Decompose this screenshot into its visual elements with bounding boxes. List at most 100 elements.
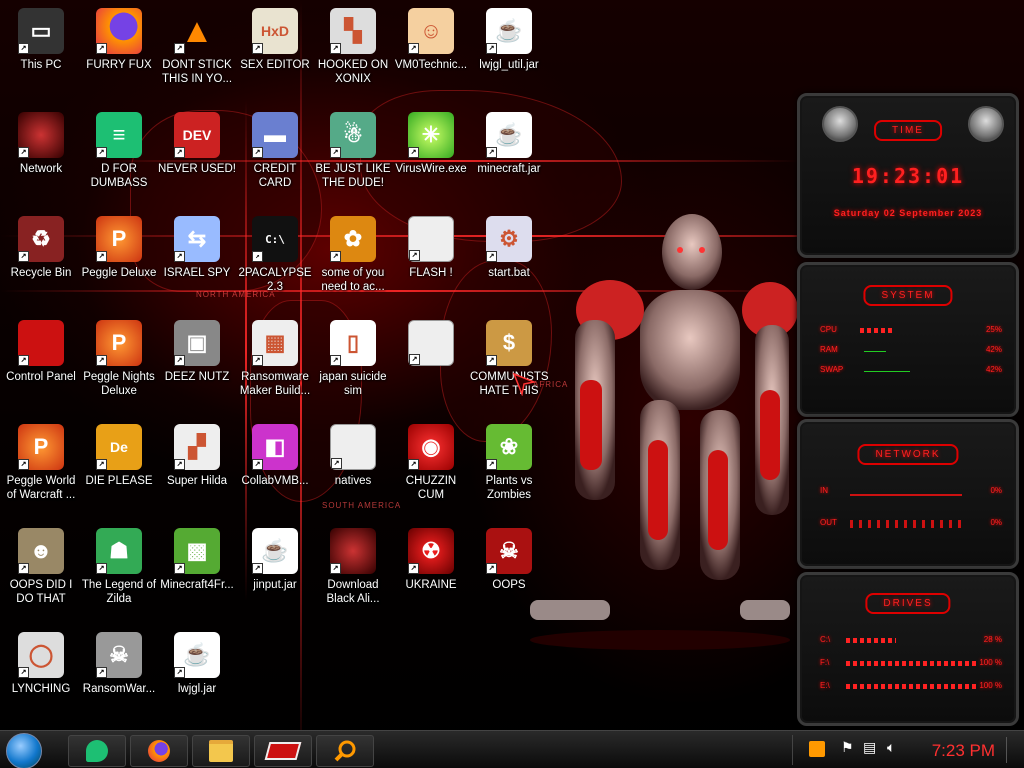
desktop-icon[interactable]: ▣ ↗ DEEZ NUTZ — [158, 314, 236, 414]
desktop-icon[interactable]: ☢ ↗ UKRAINE — [392, 522, 470, 622]
shortcut-arrow-icon: ↗ — [174, 667, 185, 678]
desktop: NORTH AMERICA SOUTH AMERICA AFRICA ▭ ↗ T… — [0, 0, 1024, 768]
taskbar-item-search[interactable] — [316, 735, 374, 767]
desktop-icon[interactable]: ▚ ↗ HOOKED ON XONIX — [314, 2, 392, 102]
desktop-icon[interactable]: ◯ ↗ LYNCHING — [2, 626, 80, 726]
start-button[interactable] — [6, 733, 42, 768]
shortcut-arrow-icon: ↗ — [96, 563, 107, 574]
collabvm-icon: ◧ ↗ — [252, 424, 298, 470]
desktop-icon[interactable]: ☺ ↗ VM0Technic... — [392, 2, 470, 102]
xonix-icon: ▚ ↗ — [330, 8, 376, 54]
drive-row-f: F:\ 100 % — [820, 658, 1002, 670]
shortcut-arrow-icon: ↗ — [486, 147, 497, 158]
desktop-icon[interactable]: $↗ COMMUNISTS HATE THIS G... — [470, 314, 548, 414]
network-widget: NETWORK IN 0% OUT 0% — [797, 419, 1019, 569]
desktop-icon[interactable]: ↗ FURRY FUX — [80, 2, 158, 102]
shortcut-arrow-icon: ↗ — [174, 459, 185, 470]
desktop-icon-label: BE JUST LIKE THE DUDE! — [315, 163, 391, 189]
desktop-icon-label: start.bat — [488, 267, 530, 279]
notification-icon[interactable] — [809, 741, 825, 757]
search-magnifier-icon — [334, 740, 356, 762]
taskbar-clock[interactable]: 7:23 PM — [932, 741, 995, 761]
drive-row-value: 100 % — [979, 681, 1002, 690]
link-icon: ☗ ↗ — [96, 528, 142, 574]
system-tray: ⚑ ▤ 🔈︎ 7:23 PM — [792, 735, 1021, 765]
network-row-in: IN 0% — [820, 486, 1002, 498]
desktop-icon-label: FURRY FUX — [86, 59, 152, 71]
desktop-icon[interactable]: ▩ ↗ Minecraft4Fr... — [158, 522, 236, 622]
network-in-graph — [850, 494, 962, 496]
desktop-icon[interactable]: ☕ ↗ lwjgl_util.jar — [470, 2, 548, 102]
file-icon: ↗ — [408, 320, 454, 366]
desktop-icon[interactable]: ↗ Control Panel — [2, 314, 80, 414]
document-icon: ▯ ↗ — [330, 320, 376, 366]
desktop-icon[interactable]: ↗ natives — [314, 418, 392, 518]
desktop-icon[interactable]: ⇆ ↗ ISRAEL SPY — [158, 210, 236, 310]
skull-ring-icon: ☠ ↗ — [96, 632, 142, 678]
desktop-icon[interactable]: P ↗ Peggle Nights Deluxe — [80, 314, 158, 414]
desktop-icon[interactable]: P ↗ Peggle Deluxe — [80, 210, 158, 310]
desktop-icon[interactable]: ↗ Network — [2, 106, 80, 206]
taskbar-item-firefox[interactable] — [130, 735, 188, 767]
doctor-icon: ☺ ↗ — [408, 8, 454, 54]
desktop-icon[interactable]: ▲ ↗ DONT STICK THIS IN YO... — [158, 2, 236, 102]
desktop-icon[interactable]: ✳ ↗ VirusWire.exe — [392, 106, 470, 206]
shortcut-arrow-icon: ↗ — [330, 43, 341, 54]
desktop-icon[interactable]: C:\ ↗ 2PACALYPSE 2.3 — [236, 210, 314, 310]
desktop-icon[interactable]: ☕ ↗ lwjgl.jar — [158, 626, 236, 726]
desktop-icon[interactable]: ☕ ↗ minecraft.jar — [470, 106, 548, 206]
desktop-icon[interactable]: ▯ ↗ japan suicide sim — [314, 314, 392, 414]
java-icon: ☕ ↗ — [174, 632, 220, 678]
shortcut-arrow-icon: ↗ — [252, 251, 263, 262]
volume-icon[interactable]: 🔈︎ — [887, 739, 895, 756]
desktop-icon[interactable]: ▬↗ CREDIT CARD CHECKER — [236, 106, 314, 206]
desktop-icon[interactable]: ▦ ↗ Ransomware Maker Build... — [236, 314, 314, 414]
show-desktop-button[interactable] — [1006, 737, 1019, 763]
desktop-icon[interactable]: ◉ ↗ CHUZZIN CUM — [392, 418, 470, 518]
desktop-icon[interactable]: ☠ ↗ RansomWar... — [80, 626, 158, 726]
desktop-icon[interactable]: ↗ Download Black Ali... — [314, 522, 392, 622]
desktop-icon[interactable]: ▭ ↗ This PC — [2, 2, 80, 102]
desktop-icon[interactable]: ↗ FLASH ! — [392, 210, 470, 310]
desktop-icon[interactable]: ✿ ↗ some of you need to ac... — [314, 210, 392, 310]
drives-widget-title: DRIVES — [865, 593, 951, 614]
file-explorer-icon — [209, 740, 233, 762]
desktop-icon[interactable]: P ↗ Peggle World of Warcraft ... — [2, 418, 80, 518]
desktop-icon[interactable]: ▞ ↗ Super Hilda — [158, 418, 236, 518]
desktop-icon[interactable]: ☗ ↗ The Legend of Zilda — [80, 522, 158, 622]
grass-block-icon: ▩ ↗ — [174, 528, 220, 574]
folder-icon: ↗ — [330, 424, 376, 470]
desktop-icon[interactable]: ❀ ↗ Plants vs Zombies — [470, 418, 548, 518]
desktop-icon[interactable]: De ↗ DIE PLEASE — [80, 418, 158, 518]
desktop-icon-label: japan suicide sim — [319, 371, 387, 397]
taskbar-item-chat[interactable] — [68, 735, 126, 767]
desktop-icon[interactable]: HxD ↗ SEX EDITOR — [236, 2, 314, 102]
taskbar-item-control-panel[interactable] — [254, 735, 312, 767]
cpu-usage-bar — [860, 328, 892, 333]
desktop-icon[interactable]: ☻ ↗ OOPS DID I DO THAT — [2, 522, 80, 622]
desktop-icon[interactable]: ♻ ↗ Recycle Bin — [2, 210, 80, 310]
network-icon[interactable]: ▤ — [863, 739, 876, 756]
desktop-icon[interactable]: ☃ ↗ BE JUST LIKE THE DUDE! — [314, 106, 392, 206]
time-widget-clock: 19:23:01 — [851, 164, 965, 188]
shortcut-arrow-icon: ↗ — [408, 563, 419, 574]
desktop-icon[interactable]: ⚙ ↗ start.bat — [470, 210, 548, 310]
desktop-icon[interactable]: ≡ ↗ D FOR DUMBASS — [80, 106, 158, 206]
flag-icon[interactable]: ⚑ — [841, 739, 854, 756]
desktop-icon[interactable]: ☠ ↗ OOPS — [470, 522, 548, 622]
chat-bubble-icon: ≡ ↗ — [96, 112, 142, 158]
santa-icon: ☃ ↗ — [330, 112, 376, 158]
desktop-icon[interactable]: DEV ↗ NEVER USED! — [158, 106, 236, 206]
desktop-icon[interactable]: ◧ ↗ CollabVMB... — [236, 418, 314, 518]
drive-row-value: 28 % — [983, 635, 1002, 644]
system-row-value: 42% — [985, 345, 1002, 354]
system-row-value: 25% — [985, 325, 1002, 334]
taskbar-item-file-explorer[interactable] — [192, 735, 250, 767]
shortcut-arrow-icon: ↗ — [18, 43, 29, 54]
shortcut-arrow-icon: ↗ — [96, 355, 107, 366]
skull-book-icon: ☠ ↗ — [486, 528, 532, 574]
java-icon: ☕ ↗ — [486, 8, 532, 54]
desktop-icon[interactable]: ↗ — [392, 314, 470, 414]
desktop-icon[interactable]: ☕ ↗ jinput.jar — [236, 522, 314, 622]
swap-usage-bar — [864, 371, 910, 372]
